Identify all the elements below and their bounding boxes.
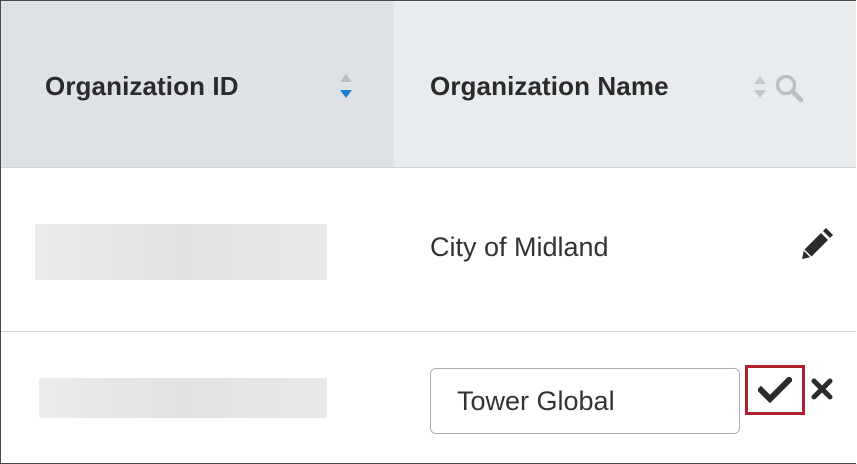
- redacted-organization-id: [35, 224, 327, 280]
- close-icon: [811, 378, 833, 400]
- table-row: [1, 332, 856, 463]
- save-button[interactable]: [745, 365, 805, 415]
- table-row: City of Midland: [1, 168, 856, 332]
- organization-name-cell: City of Midland: [430, 232, 609, 262]
- pencil-icon[interactable]: [799, 228, 833, 262]
- redacted-organization-id: [39, 378, 327, 418]
- column-header-organization-id[interactable]: Organization ID: [1, 1, 394, 167]
- column-header-organization-name[interactable]: Organization Name: [394, 1, 856, 167]
- column-label-organization-name: Organization Name: [430, 71, 669, 101]
- organization-name-input[interactable]: [430, 368, 740, 434]
- sort-both-icon[interactable]: [338, 72, 354, 100]
- cancel-button[interactable]: [807, 374, 837, 404]
- column-label-organization-id: Organization ID: [45, 71, 239, 101]
- checkmark-icon: [758, 377, 792, 403]
- search-icon[interactable]: [774, 73, 804, 103]
- table-header: Organization ID Organization Name: [1, 1, 856, 168]
- sort-both-icon[interactable]: [753, 74, 767, 100]
- organization-table: Organization ID Organization Name City o…: [0, 0, 856, 464]
